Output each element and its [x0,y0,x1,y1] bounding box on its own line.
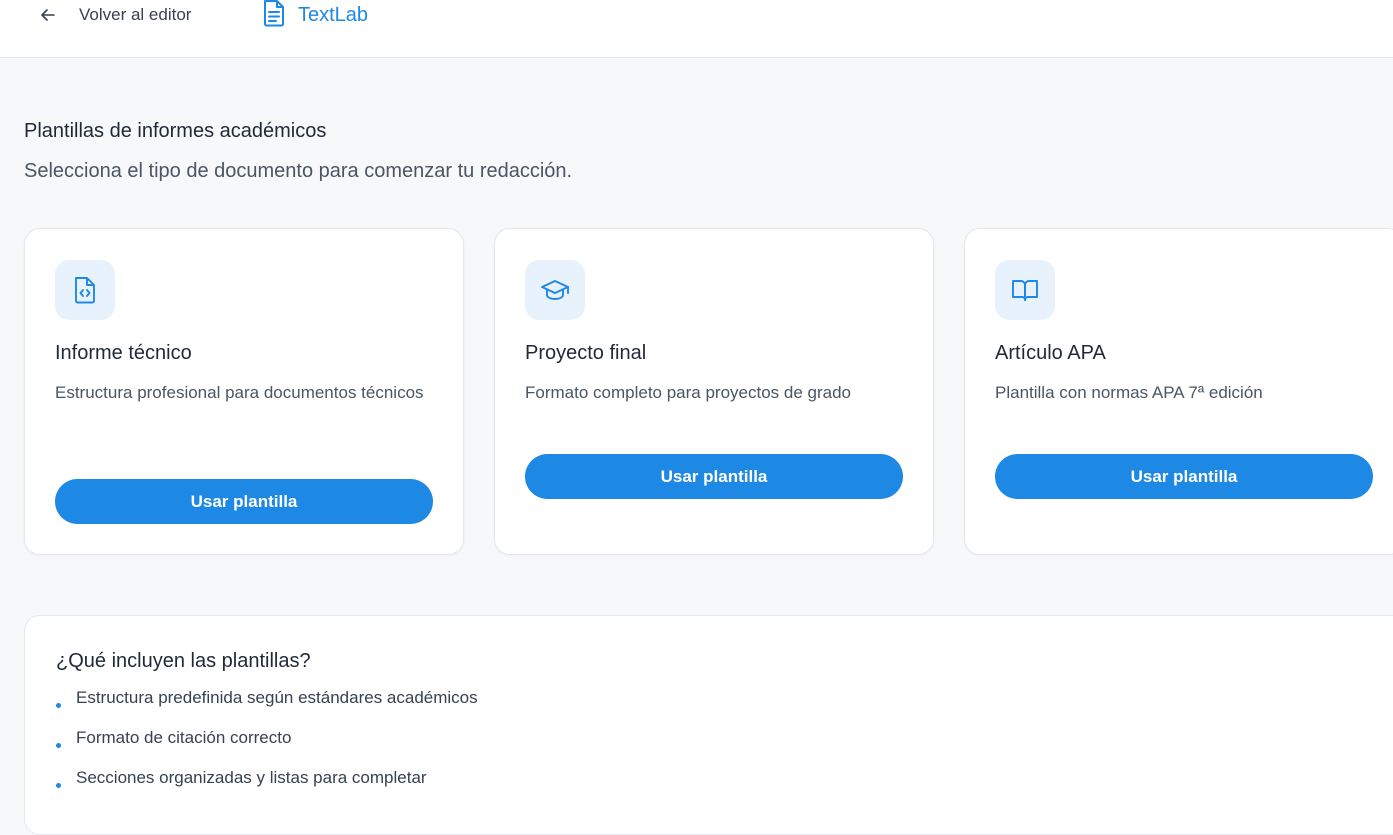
top-bar: Volver al editor TextLab [0,0,1393,58]
template-description: Plantilla con normas APA 7ª edición [995,383,1263,402]
use-template-button[interactable]: Usar plantilla [995,454,1373,499]
template-features-panel: ¿Qué incluyen las plantillas? Estructura… [24,615,1393,835]
back-label: Volver al editor [79,5,192,24]
use-template-button[interactable]: Usar plantilla [525,454,903,499]
feature-text: Estructura predefinida según estándares … [76,688,478,707]
use-template-button[interactable]: Usar plantilla [55,479,433,524]
graduation-cap-icon [525,260,585,320]
book-open-icon [995,260,1055,320]
list-item: Secciones organizadas y listas para comp… [56,768,478,808]
arrow-left-icon [36,3,60,27]
back-to-editor-button[interactable]: Volver al editor [36,2,191,28]
template-title: Informe técnico [55,342,192,364]
brand-name: TextLab [298,3,369,26]
bullet-icon [56,743,61,748]
list-item: Formato de citación correcto [56,728,478,768]
list-item: Estructura predefinida según estándares … [56,688,478,728]
file-code-icon [55,260,115,320]
template-card-articulo-apa: Artículo APA Plantilla con normas APA 7ª… [964,228,1393,555]
brand-logo: TextLab [262,0,369,32]
template-description: Formato completo para proyectos de grado [525,383,852,402]
features-list: Estructura predefinida según estándares … [56,688,478,808]
feature-text: Secciones organizadas y listas para comp… [76,768,427,787]
template-card-proyecto-final: Proyecto final Formato completo para pro… [494,228,934,555]
template-card-informe-tecnico: Informe técnico Estructura profesional p… [24,228,464,555]
template-title: Artículo APA [995,342,1106,364]
document-icon [262,0,286,32]
page-title: Plantillas de informes académicos [24,120,327,142]
page-subtitle: Selecciona el tipo de documento para com… [24,160,573,182]
bullet-icon [56,783,61,788]
features-title: ¿Qué incluyen las plantillas? [56,650,311,672]
template-description: Estructura profesional para documentos t… [55,383,424,402]
bullet-icon [56,703,61,708]
template-title: Proyecto final [525,342,647,364]
feature-text: Formato de citación correcto [76,728,292,747]
